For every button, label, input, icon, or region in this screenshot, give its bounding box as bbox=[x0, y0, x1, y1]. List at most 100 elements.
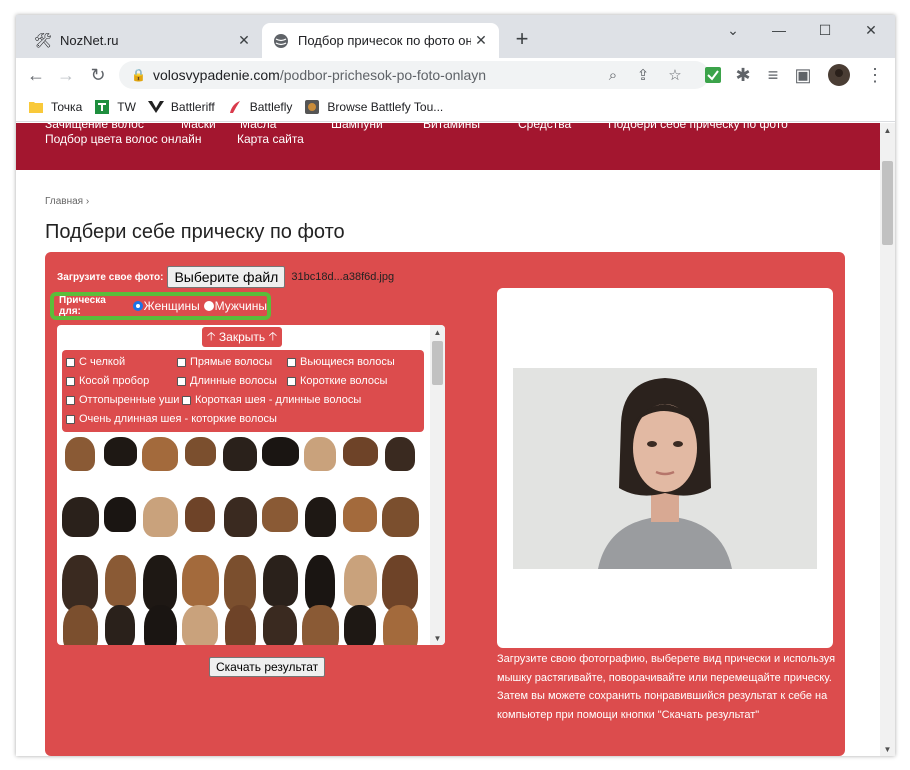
bookmark-battlefy[interactable]: Browse Battlefy Tou... bbox=[304, 95, 443, 119]
filter-long-neck[interactable]: Очень длинная шея - которкие волосы bbox=[66, 413, 277, 425]
tab-podbor[interactable]: Подбор причесок по фото онла ✕ bbox=[262, 23, 499, 58]
filter-short[interactable]: Короткие волосы bbox=[287, 375, 387, 387]
extension-check-icon[interactable] bbox=[699, 61, 727, 89]
hairstyle-thumbnail[interactable] bbox=[103, 437, 137, 466]
radio-women-label[interactable]: Женщины bbox=[144, 299, 200, 313]
hairstyle-thumbnail[interactable] bbox=[182, 605, 218, 645]
nav-item-sitemap[interactable]: Карта сайта bbox=[237, 132, 304, 146]
filter-bangs[interactable]: С челкой bbox=[66, 356, 125, 368]
scroll-down-icon[interactable]: ▼ bbox=[430, 631, 445, 645]
hairstyle-thumbnail[interactable] bbox=[344, 605, 376, 645]
close-tab-icon[interactable]: ✕ bbox=[234, 31, 254, 51]
hairstyle-thumbnail[interactable] bbox=[382, 605, 418, 645]
hairstyle-thumbnail[interactable] bbox=[305, 555, 335, 611]
hairstyle-thumbnail[interactable] bbox=[184, 437, 216, 466]
hairstyle-thumbnail[interactable] bbox=[342, 437, 378, 466]
menu-icon[interactable]: ⋮ bbox=[861, 61, 889, 89]
scroll-up-icon[interactable]: ▲ bbox=[430, 325, 445, 339]
checkbox[interactable] bbox=[66, 357, 75, 367]
nav-item-cut[interactable]: Маски bbox=[181, 123, 216, 131]
hairstyle-thumbnail[interactable] bbox=[262, 497, 298, 532]
checkbox[interactable] bbox=[177, 357, 186, 367]
checkbox[interactable] bbox=[66, 376, 75, 386]
scroll-up-icon[interactable]: ▲ bbox=[880, 123, 895, 137]
checkbox[interactable] bbox=[177, 376, 186, 386]
hairstyle-thumbnail[interactable] bbox=[143, 555, 177, 611]
scroll-thumb[interactable] bbox=[432, 341, 443, 385]
hairstyle-thumbnail[interactable] bbox=[223, 437, 257, 471]
window-close-icon[interactable]: ✕ bbox=[848, 15, 894, 45]
close-filters-button[interactable]: 🡡 Закрыть 🡡 bbox=[202, 327, 282, 347]
scroll-down-icon[interactable]: ▼ bbox=[880, 742, 895, 756]
hairstyle-thumbnail[interactable] bbox=[224, 555, 256, 611]
hairstyle-thumbnail[interactable] bbox=[385, 437, 415, 471]
hairstyle-thumbnail[interactable] bbox=[261, 437, 299, 466]
hairstyle-thumbnail[interactable] bbox=[301, 605, 339, 645]
uploaded-photo[interactable] bbox=[513, 368, 817, 569]
hairstyle-thumbnail[interactable] bbox=[262, 555, 298, 606]
nav-item-cut[interactable]: Подбери себе прическу по фото bbox=[608, 123, 788, 131]
filter-curly[interactable]: Вьющиеся волосы bbox=[287, 356, 395, 368]
hairstyle-thumbnail[interactable] bbox=[143, 605, 177, 645]
nav-item-cut[interactable]: Масла bbox=[240, 123, 276, 131]
address-bar[interactable]: 🔒 volosvypadenie.com/podbor-prichesok-po… bbox=[119, 61, 709, 89]
page-scrollbar[interactable]: ▲ ▼ bbox=[880, 123, 895, 756]
zoom-icon[interactable]: ⌕ bbox=[603, 65, 623, 85]
hairstyle-thumbnail[interactable] bbox=[224, 605, 256, 645]
radio-women[interactable] bbox=[132, 301, 143, 311]
nav-item-cut[interactable]: Витамины bbox=[423, 123, 480, 131]
nav-item-cut[interactable]: Зачищение волос bbox=[45, 123, 144, 131]
hairstyle-thumbnail[interactable] bbox=[142, 437, 178, 471]
hairstyle-thumbnail[interactable] bbox=[65, 437, 95, 471]
bookmark-tochka[interactable]: Точка bbox=[28, 95, 82, 119]
hairstyle-thumbnail[interactable] bbox=[382, 555, 418, 611]
download-result-button[interactable]: Скачать результат bbox=[209, 657, 326, 677]
hairstyle-thumbnail[interactable] bbox=[104, 555, 136, 606]
radio-men-label[interactable]: Мужчины bbox=[215, 299, 267, 313]
hairstyle-thumbnail[interactable] bbox=[343, 555, 377, 606]
radio-men[interactable] bbox=[203, 301, 214, 311]
nav-item-hair-color[interactable]: Подбор цвета волос онлайн bbox=[45, 132, 201, 146]
bookmark-battleriff[interactable]: Battleriff bbox=[147, 95, 215, 119]
filter-short-neck[interactable]: Короткая шея - длинные волосы bbox=[182, 394, 361, 406]
share-icon[interactable]: ⇪ bbox=[633, 65, 653, 85]
checkbox[interactable] bbox=[287, 357, 296, 367]
picker-scrollbar[interactable]: ▲ ▼ bbox=[430, 325, 445, 645]
tab-noznet[interactable]: 🛠 NozNet.ru ✕ bbox=[24, 23, 262, 58]
hairstyle-thumbnail[interactable] bbox=[381, 497, 419, 537]
bookmark-star-icon[interactable]: ☆ bbox=[665, 65, 685, 85]
hairstyle-thumbnail[interactable] bbox=[105, 605, 135, 645]
filter-straight[interactable]: Прямые волосы bbox=[177, 356, 272, 368]
bookmark-tw[interactable]: TW bbox=[94, 95, 136, 119]
reload-icon[interactable]: ↻ bbox=[84, 61, 112, 89]
hairstyle-thumbnail[interactable] bbox=[62, 605, 98, 645]
hairstyle-thumbnail[interactable] bbox=[142, 497, 178, 537]
checkbox[interactable] bbox=[66, 395, 75, 405]
checkbox[interactable] bbox=[287, 376, 296, 386]
close-tab-icon[interactable]: ✕ bbox=[471, 31, 491, 51]
filter-long[interactable]: Длинные волосы bbox=[177, 375, 277, 387]
checkbox[interactable] bbox=[66, 414, 75, 424]
bookmark-battlefly[interactable]: Battlefly bbox=[227, 95, 292, 119]
maximize-icon[interactable]: ☐ bbox=[802, 15, 848, 45]
filter-protruding-ears[interactable]: Оттопыренные уши bbox=[66, 394, 179, 406]
choose-file-button[interactable]: Выберите файл bbox=[167, 266, 286, 288]
media-control-icon[interactable]: ≡ bbox=[759, 61, 787, 89]
hairstyle-thumbnail[interactable] bbox=[185, 497, 215, 532]
hairstyle-thumbnail[interactable] bbox=[104, 497, 136, 532]
nav-item-cut[interactable]: Шампуни bbox=[331, 123, 383, 131]
back-icon[interactable]: ← bbox=[22, 61, 50, 89]
checkbox[interactable] bbox=[182, 395, 191, 405]
hairstyle-thumbnail[interactable] bbox=[181, 555, 219, 606]
hairstyle-thumbnail[interactable] bbox=[263, 605, 297, 645]
side-panel-icon[interactable]: ▣ bbox=[789, 61, 817, 89]
breadcrumb-home[interactable]: Главная bbox=[45, 196, 83, 207]
hairstyle-thumbnail[interactable] bbox=[343, 497, 377, 532]
tab-search-icon[interactable]: ⌄ bbox=[710, 15, 756, 45]
filter-side-part[interactable]: Косой пробор bbox=[66, 375, 149, 387]
hairstyle-thumbnail[interactable] bbox=[304, 497, 336, 537]
extensions-puzzle-icon[interactable]: ✱ bbox=[729, 61, 757, 89]
new-tab-icon[interactable]: + bbox=[510, 26, 534, 51]
nav-item-cut[interactable]: Средства bbox=[518, 123, 571, 131]
minimize-icon[interactable]: — bbox=[756, 15, 802, 45]
